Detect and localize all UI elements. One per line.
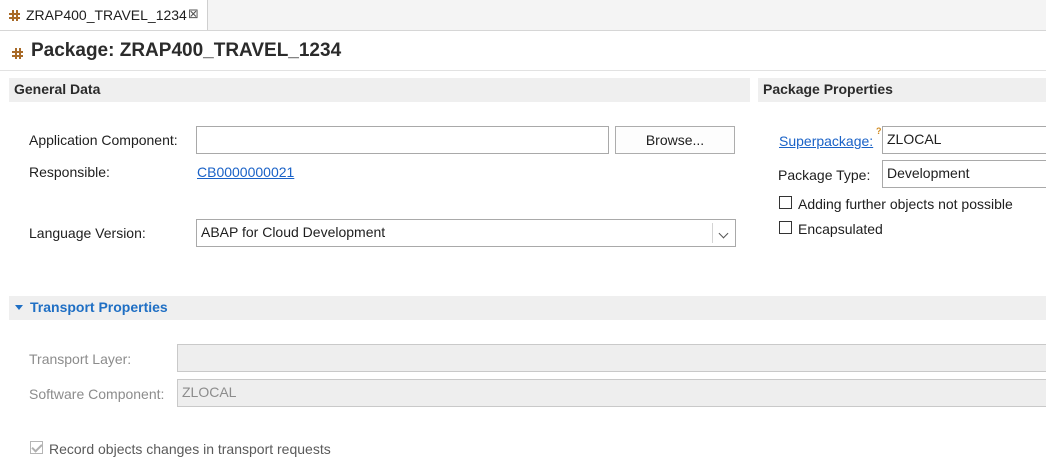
software-component-input[interactable]: ZLOCAL (177, 379, 1046, 407)
responsible-label: Responsible: (29, 164, 110, 180)
responsible-link[interactable]: CB0000000021 (197, 164, 294, 180)
page-title: Package: ZRAP400_TRAVEL_1234 (31, 40, 342, 61)
record-changes-label: Record objects changes in transport requ… (49, 441, 331, 457)
application-component-label: Application Component: (29, 132, 178, 148)
content-assist-indicator-icon: ? (876, 126, 882, 136)
section-title: General Data (14, 81, 101, 97)
encapsulated-label: Encapsulated (798, 221, 883, 237)
collapse-triangle-icon[interactable] (15, 305, 23, 310)
package-icon (9, 10, 20, 21)
editor-tab[interactable]: ZRAP400_TRAVEL_1234 ⊠ (0, 0, 208, 30)
package-type-field[interactable]: Development (882, 160, 1046, 188)
adding-further-objects-label: Adding further objects not possible (798, 196, 1013, 212)
close-icon[interactable]: ⊠ (188, 6, 199, 22)
superpackage-input[interactable]: ZLOCAL (882, 126, 1046, 154)
encapsulated-checkbox[interactable] (779, 221, 792, 234)
transport-layer-label: Transport Layer: (29, 351, 132, 367)
section-title: Transport Properties (30, 299, 168, 315)
package-icon (12, 48, 23, 59)
checkmark-icon (31, 441, 43, 453)
superpackage-link[interactable]: Superpackage: (779, 133, 873, 149)
section-title: Package Properties (763, 81, 893, 97)
adding-further-objects-checkbox[interactable] (779, 196, 792, 209)
package-type-label: Package Type: (778, 167, 871, 183)
language-version-select[interactable]: ABAP for Cloud Development (196, 219, 736, 247)
transport-layer-input[interactable] (177, 344, 1046, 372)
record-changes-checkbox[interactable] (30, 441, 43, 454)
section-header-transport-properties[interactable]: Transport Properties (9, 296, 1046, 320)
browse-button[interactable]: Browse... (615, 126, 735, 154)
section-header-general-data: General Data (9, 78, 750, 102)
software-component-label: Software Component: (29, 386, 165, 402)
chevron-down-icon[interactable] (713, 220, 735, 246)
application-component-input[interactable] (196, 126, 609, 154)
section-header-package-properties: Package Properties (758, 78, 1046, 102)
divider (0, 70, 1046, 71)
tab-label: ZRAP400_TRAVEL_1234 (26, 7, 187, 23)
language-version-value: ABAP for Cloud Development (201, 224, 386, 240)
language-version-label: Language Version: (29, 225, 146, 241)
